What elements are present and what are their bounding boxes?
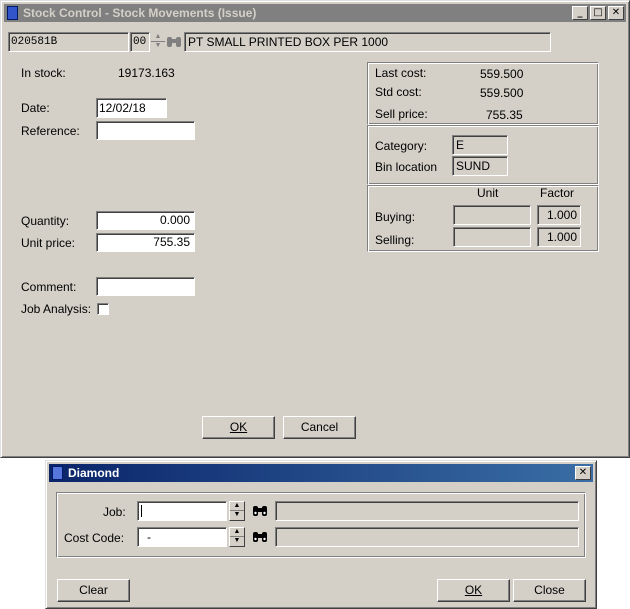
std-cost-label: Std cost:	[375, 85, 422, 99]
cost-code-spin-up-icon[interactable]: ▲	[230, 528, 244, 537]
unit-price-label: Unit price:	[21, 236, 76, 250]
unit-price-value: 755.35	[153, 235, 190, 249]
diamond-dialog: Diamond ✕ Job: ▲ ▼ Cost Code: - ▲ ▼ Clea…	[45, 460, 597, 609]
dialog-close-button[interactable]: ✕	[575, 466, 591, 480]
binoculars-icon[interactable]	[166, 35, 182, 49]
ok-button[interactable]: OK	[202, 416, 275, 439]
buying-factor-value: 1.000	[546, 208, 577, 222]
cost-code-value: -	[147, 530, 151, 544]
quantity-input[interactable]: 0.000	[96, 211, 195, 230]
job-label: Job:	[103, 505, 126, 519]
dialog-close-text-button-label: Close	[534, 583, 565, 597]
dialog-app-icon	[52, 466, 63, 480]
window-title: Stock Control - Stock Movements (Issue)	[23, 6, 257, 20]
clear-button[interactable]: Clear	[57, 579, 130, 602]
factor-header: Factor	[540, 186, 575, 200]
clear-button-label: Clear	[79, 583, 108, 597]
comment-input[interactable]	[96, 277, 195, 296]
job-binoculars-icon[interactable]	[252, 504, 268, 518]
reference-input[interactable]	[96, 121, 195, 140]
main-titlebar[interactable]: Stock Control - Stock Movements (Issue) …	[4, 4, 626, 22]
comment-label: Comment:	[21, 280, 77, 294]
dialog-close-text-button[interactable]: Close	[513, 579, 586, 602]
cost-code-label: Cost Code:	[64, 531, 125, 545]
suffix-spinner[interactable]: ▲ ▼	[150, 32, 166, 52]
category-panel	[367, 125, 599, 185]
date-label: Date:	[21, 101, 50, 115]
sell-price-label: Sell price:	[375, 107, 428, 121]
job-description-field	[275, 501, 579, 521]
reference-label: Reference:	[21, 124, 80, 138]
dialog-titlebar[interactable]: Diamond ✕	[49, 464, 593, 482]
bin-location-value: SUND	[456, 159, 491, 173]
job-spin-down-icon[interactable]: ▼	[230, 511, 244, 520]
cost-code-binoculars-icon[interactable]	[252, 530, 268, 544]
quantity-label: Quantity:	[21, 214, 70, 228]
ok-button-label: OK	[229, 420, 248, 434]
sell-price-value: 755.35	[486, 108, 523, 122]
buying-unit-field	[453, 205, 531, 225]
suffix-value: 00	[133, 36, 147, 48]
job-analysis-checkbox[interactable]	[97, 303, 109, 315]
cost-code-input[interactable]: -	[137, 527, 227, 547]
selling-unit-field	[453, 227, 531, 247]
std-cost-value: 559.500	[480, 86, 524, 100]
selling-factor-field: 1.000	[537, 227, 581, 247]
dialog-ok-button[interactable]: OK	[437, 579, 510, 602]
minimize-button[interactable]: _	[572, 6, 588, 20]
job-analysis-label: Job Analysis:	[21, 302, 92, 316]
in-stock-value: 19173.163	[118, 66, 175, 80]
date-value: 12/02/18	[99, 101, 146, 115]
stock-code-field[interactable]: 020581B	[8, 32, 129, 52]
cost-code-spin-down-icon[interactable]: ▼	[230, 537, 244, 546]
unit-header: Unit	[477, 186, 499, 200]
cost-code-description-field	[275, 527, 579, 547]
last-cost-label: Last cost:	[375, 66, 427, 80]
job-spinner[interactable]: ▲ ▼	[229, 501, 245, 521]
close-button[interactable]: ✕	[608, 6, 624, 20]
last-cost-value: 559.500	[480, 67, 524, 81]
spin-up-icon[interactable]: ▲	[151, 33, 165, 42]
job-input[interactable]	[137, 501, 227, 521]
bin-location-field: SUND	[452, 156, 508, 176]
bin-location-label: Bin location	[375, 160, 438, 174]
dialog-ok-button-label: OK	[464, 583, 483, 597]
job-spin-up-icon[interactable]: ▲	[230, 502, 244, 511]
stock-movements-window: Stock Control - Stock Movements (Issue) …	[0, 0, 630, 458]
selling-label: Selling:	[375, 233, 415, 247]
cancel-button[interactable]: Cancel	[283, 416, 356, 439]
app-icon	[7, 6, 18, 20]
category-field: E	[452, 135, 508, 155]
date-input[interactable]: 12/02/18	[96, 98, 167, 118]
dialog-title: Diamond	[68, 466, 120, 480]
quantity-value: 0.000	[159, 213, 190, 227]
buying-factor-field: 1.000	[537, 205, 581, 225]
maximize-button[interactable]: □	[590, 6, 606, 20]
unit-price-input[interactable]: 755.35	[96, 233, 195, 252]
description-field[interactable]: PT SMALL PRINTED BOX PER 1000	[184, 32, 551, 52]
cost-code-spinner[interactable]: ▲ ▼	[229, 527, 245, 547]
text-cursor	[141, 505, 142, 517]
buying-label: Buying:	[375, 210, 416, 224]
category-value: E	[456, 138, 465, 152]
category-label: Category:	[375, 139, 428, 153]
in-stock-label: In stock:	[21, 66, 66, 80]
spin-down-icon[interactable]: ▼	[151, 42, 165, 51]
description-value: PT SMALL PRINTED BOX PER 1000	[188, 35, 389, 49]
selling-factor-value: 1.000	[546, 230, 577, 244]
cancel-button-label: Cancel	[300, 420, 339, 434]
suffix-field[interactable]: 00	[130, 32, 150, 52]
stock-code-value: 020581B	[11, 36, 58, 48]
